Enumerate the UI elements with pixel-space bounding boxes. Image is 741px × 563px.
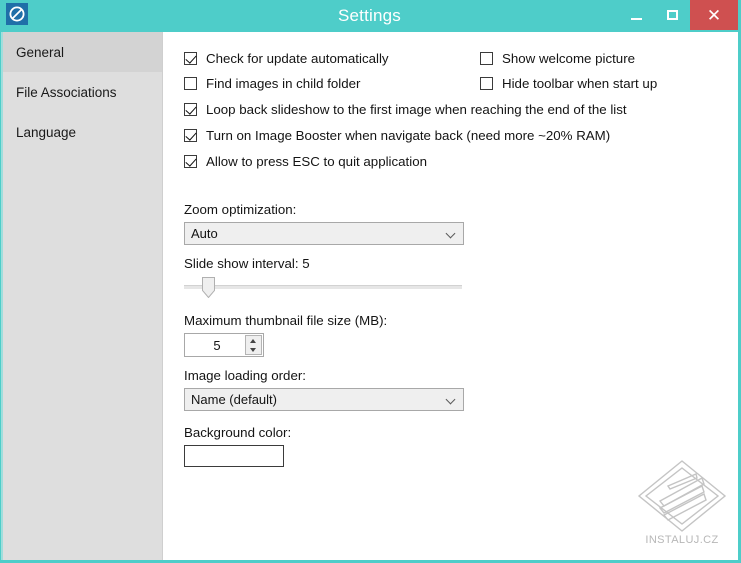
settings-window: Settings ✕ General File Associations Lan… — [0, 0, 741, 563]
slide-show-interval-slider[interactable] — [184, 277, 462, 299]
checkbox-turn-on-image-booster[interactable]: Turn on Image Booster when navigate back… — [184, 122, 738, 148]
checkbox-box[interactable] — [184, 52, 197, 65]
sidebar-item-label: Language — [16, 125, 76, 140]
zoom-optimization-value: Auto — [184, 222, 464, 245]
checkbox-find-images-in-child-folder[interactable]: Find images in child folder — [184, 71, 480, 96]
minimize-button[interactable] — [618, 0, 654, 30]
sidebar-item-general[interactable]: General — [3, 32, 162, 72]
watermark-text: INSTALUJ.CZ — [634, 534, 730, 546]
settings-content-general: Check for update automatically Show welc… — [163, 32, 738, 560]
checkbox-label: Find images in child folder — [206, 76, 360, 91]
settings-sidebar: General File Associations Language — [1, 32, 163, 560]
checkbox-show-welcome-picture[interactable]: Show welcome picture — [480, 46, 738, 71]
checkbox-hide-toolbar-when-start-up[interactable]: Hide toolbar when start up — [480, 71, 738, 96]
checkbox-row: Check for update automatically Show welc… — [184, 46, 738, 71]
minimize-icon — [631, 18, 642, 20]
sidebar-item-label: General — [16, 45, 64, 60]
checkbox-column-left: Find images in child folder — [184, 71, 480, 96]
slide-show-interval-group: Slide show interval: 5 — [184, 256, 462, 299]
checkbox-box[interactable] — [184, 129, 197, 142]
checkbox-row: Find images in child folder Hide toolbar… — [184, 71, 738, 96]
background-color-swatch[interactable] — [184, 445, 284, 467]
checkbox-label: Allow to press ESC to quit application — [206, 154, 427, 169]
checkbox-label: Hide toolbar when start up — [502, 76, 657, 91]
instaluj-watermark: INSTALUJ.CZ — [634, 456, 730, 556]
slider-thumb[interactable] — [202, 277, 215, 298]
checkbox-loop-back-slideshow[interactable]: Loop back slideshow to the first image w… — [184, 96, 738, 122]
max-thumbnail-size-group: Maximum thumbnail file size (MB): 5 — [184, 313, 387, 357]
image-loading-order-group: Image loading order: Name (default) — [184, 368, 464, 411]
stepper-buttons — [245, 335, 262, 355]
close-icon: ✕ — [707, 7, 721, 24]
window-controls: ✕ — [618, 0, 738, 30]
title-bar: Settings ✕ — [1, 0, 738, 32]
checkbox-column-left: Check for update automatically — [184, 46, 480, 71]
zoom-optimization-group: Zoom optimization: Auto — [184, 202, 464, 245]
checkbox-box[interactable] — [480, 52, 493, 65]
checkbox-box[interactable] — [184, 155, 197, 168]
sidebar-item-file-associations[interactable]: File Associations — [3, 72, 162, 112]
maximize-icon — [667, 10, 678, 20]
sidebar-item-language[interactable]: Language — [3, 112, 162, 152]
checkbox-label: Check for update automatically — [206, 51, 389, 66]
image-loading-order-value: Name (default) — [184, 388, 464, 411]
checkbox-column-right: Show welcome picture — [480, 46, 738, 71]
stepper-up-icon[interactable] — [246, 336, 261, 345]
checkbox-box[interactable] — [184, 77, 197, 90]
background-color-label: Background color: — [184, 425, 291, 440]
checkbox-label: Show welcome picture — [502, 51, 635, 66]
sidebar-item-label: File Associations — [16, 85, 117, 100]
background-color-group: Background color: — [184, 425, 291, 467]
zoom-optimization-dropdown[interactable]: Auto — [184, 222, 464, 245]
image-loading-order-label: Image loading order: — [184, 368, 464, 383]
checkbox-column-right: Hide toolbar when start up — [480, 71, 738, 96]
watermark-diamond-icon — [634, 456, 730, 536]
slide-show-interval-label: Slide show interval: 5 — [184, 256, 462, 271]
stepper-down-icon[interactable] — [246, 345, 261, 354]
checkbox-box[interactable] — [480, 77, 493, 90]
checkbox-label: Turn on Image Booster when navigate back… — [206, 128, 610, 143]
window-body: General File Associations Language Check… — [1, 32, 738, 560]
maximize-button[interactable] — [654, 0, 690, 30]
max-thumbnail-size-label: Maximum thumbnail file size (MB): — [184, 313, 387, 328]
checkbox-label: Loop back slideshow to the first image w… — [206, 102, 627, 117]
wide-checkbox-list: Loop back slideshow to the first image w… — [184, 96, 738, 174]
prohibited-circle-icon — [6, 3, 28, 25]
close-button[interactable]: ✕ — [690, 0, 738, 30]
checkbox-columns: Check for update automatically Show welc… — [184, 46, 738, 174]
max-thumbnail-size-stepper[interactable]: 5 — [184, 333, 264, 357]
checkbox-check-for-update-automatically[interactable]: Check for update automatically — [184, 46, 480, 71]
zoom-optimization-label: Zoom optimization: — [184, 202, 464, 217]
checkbox-box[interactable] — [184, 103, 197, 116]
image-loading-order-dropdown[interactable]: Name (default) — [184, 388, 464, 411]
slider-track[interactable] — [184, 285, 462, 289]
checkbox-allow-esc-to-quit[interactable]: Allow to press ESC to quit application — [184, 148, 738, 174]
